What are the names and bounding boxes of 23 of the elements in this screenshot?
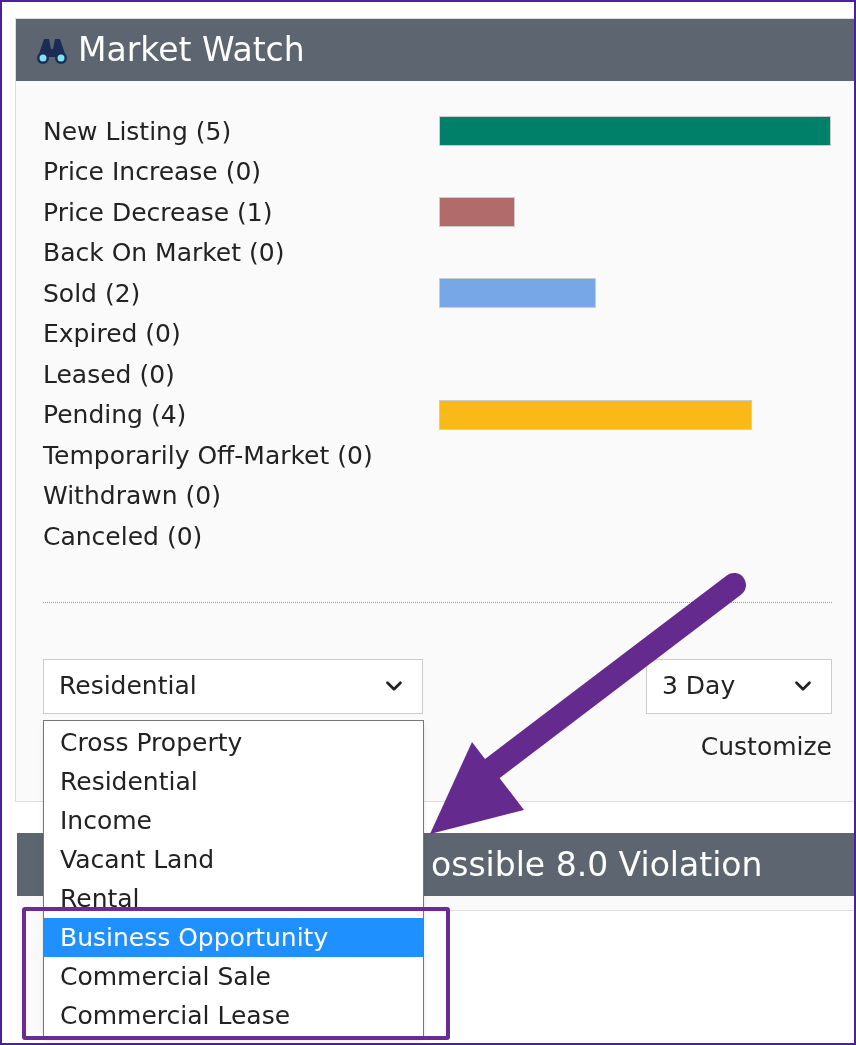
- status-label: Temporarily Off-Market (0): [43, 439, 374, 472]
- status-label: Price Increase (0): [43, 156, 263, 188]
- status-label: Leased (0): [43, 358, 176, 391]
- status-label: Back On Market (0): [43, 237, 286, 269]
- customize-link[interactable]: Customize: [700, 727, 832, 765]
- dropdown-option[interactable]: Residential: [44, 762, 423, 801]
- dropdown-option[interactable]: Cross Property: [44, 723, 423, 762]
- panel-title: Market Watch: [78, 29, 305, 72]
- dropdown-option[interactable]: Income: [44, 801, 423, 840]
- dropdown-option[interactable]: Commercial Sale: [44, 957, 423, 996]
- status-label: Expired (0): [43, 318, 182, 350]
- status-label: New Listing (5): [43, 115, 233, 148]
- dropdown-option[interactable]: Rental: [44, 879, 423, 918]
- period-select[interactable]: 3 Day: [646, 658, 832, 714]
- dropdown-option[interactable]: Vacant Land: [44, 840, 423, 879]
- status-label: Withdrawn (0): [43, 480, 222, 512]
- property-type-select[interactable]: Residential: [43, 658, 423, 714]
- status-label: Price Decrease (1): [43, 196, 274, 229]
- panel-title: ossible 8.0 Violation: [431, 843, 763, 886]
- status-label: Canceled (0): [43, 520, 204, 553]
- status-label: Sold (2): [43, 277, 142, 310]
- status-label: Pending (4): [43, 399, 188, 431]
- dropdown-option[interactable]: Commercial Lease: [44, 996, 423, 1035]
